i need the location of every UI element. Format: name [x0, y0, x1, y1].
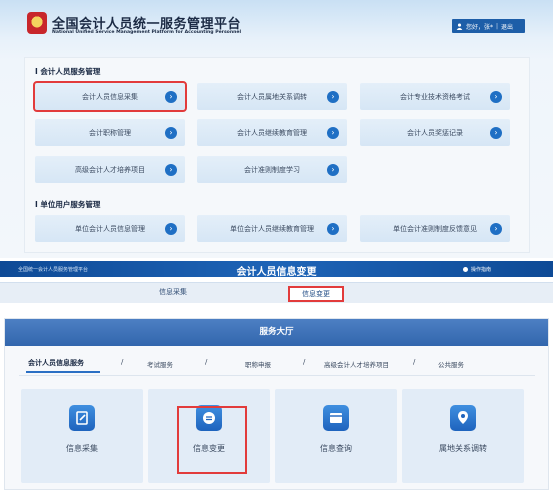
site-subtitle: National Unified Service Management Plat…	[52, 30, 242, 35]
card-icon	[323, 405, 349, 431]
service-label: 会计专业技术资格考试	[400, 92, 470, 101]
service-label: 会计职称管理	[89, 128, 131, 137]
service-label: 会计人员信息采集	[82, 92, 138, 101]
service-label: 会计准则制度学习	[244, 165, 300, 174]
service-standards-learning-button[interactable]: 会计准则制度学习 ›	[197, 156, 347, 183]
tile-info-query[interactable]: 信息查询	[275, 389, 397, 483]
arrow-right-icon: ›	[165, 127, 177, 139]
tile-territorial-transfer[interactable]: 属地关系调转	[402, 389, 524, 483]
service-label: 会计人员属地关系调转	[237, 92, 307, 101]
tab-info-collection[interactable]: 信息采集	[159, 287, 187, 297]
highlight-box	[177, 406, 247, 474]
service-label: 会计人员继续教育管理	[237, 128, 307, 137]
tile-label: 信息查询	[320, 444, 352, 453]
arrow-right-icon: ›	[165, 223, 177, 235]
arrow-right-icon: ›	[165, 164, 177, 176]
service-hall: 服务大厅 会计人员信息服务 / 考试服务 / 职称申报 / 高级会计人才培养项目…	[4, 318, 549, 490]
service-title-management-button[interactable]: 会计职称管理 ›	[35, 119, 185, 146]
service-unit-feedback-button[interactable]: 单位会计准则制度反馈意见 ›	[360, 215, 510, 242]
separator: |	[496, 22, 499, 30]
separator: /	[205, 358, 208, 366]
service-label: 会计人员奖惩记录	[407, 128, 463, 137]
service-label: 单位会计人员继续教育管理	[230, 224, 314, 233]
arrow-right-icon: ›	[327, 127, 339, 139]
arrow-right-icon: ›	[490, 223, 502, 235]
arrow-right-icon: ›	[490, 91, 502, 103]
service-unit-info-button[interactable]: 单位会计人员信息管理 ›	[35, 215, 185, 242]
service-label: 单位会计人员信息管理	[75, 224, 145, 233]
platform-home-panel: 全国会计人员统一服务管理平台 National Unified Service …	[0, 0, 553, 258]
service-unit-education-button[interactable]: 单位会计人员继续教育管理 ›	[197, 215, 347, 242]
tab-info-change[interactable]: 信息变更	[288, 286, 344, 302]
separator: /	[121, 358, 124, 366]
hall-tab-public[interactable]: 公共服务	[438, 359, 464, 369]
service-hall-title: 服务大厅	[5, 319, 548, 346]
separator: /	[413, 358, 416, 366]
user-greeting[interactable]: 您好，张*	[466, 22, 493, 31]
service-continuing-education-button[interactable]: 会计人员继续教育管理 ›	[197, 119, 347, 146]
operation-guide-link[interactable]: 操作指南	[462, 266, 491, 273]
arrow-right-icon: ›	[165, 91, 177, 103]
tile-label: 属地关系调转	[439, 444, 487, 453]
user-icon	[456, 23, 463, 30]
divider	[19, 375, 535, 376]
logout-link[interactable]: 退出	[501, 22, 513, 31]
separator: /	[303, 358, 306, 366]
tile-info-collection[interactable]: 信息采集	[21, 389, 143, 483]
service-senior-talent-button[interactable]: 高级会计人才培养项目 ›	[35, 156, 185, 183]
service-label: 高级会计人才培养项目	[75, 165, 145, 174]
edit-icon	[69, 405, 95, 431]
arrow-right-icon: ›	[327, 164, 339, 176]
tile-label: 信息采集	[66, 444, 98, 453]
service-territorial-transfer-button[interactable]: 会计人员属地关系调转 ›	[197, 83, 347, 110]
national-emblem-icon	[27, 12, 47, 34]
info-icon	[462, 267, 468, 272]
service-info-collection-button[interactable]: 会计人员信息采集 ›	[33, 81, 187, 112]
arrow-right-icon: ›	[327, 91, 339, 103]
hall-tab-exam[interactable]: 考试服务	[147, 359, 173, 369]
services-card: I 会计人员服务管理 会计人员信息采集 › 会计人员属地关系调转 › 会计专业技…	[24, 57, 530, 253]
hall-tab-strip: 会计人员信息服务 / 考试服务 / 职称申报 / 高级会计人才培养项目 / 公共…	[19, 352, 535, 376]
arrow-right-icon: ›	[490, 127, 502, 139]
section-heading-personal: I 会计人员服务管理	[35, 67, 101, 76]
location-icon	[450, 405, 476, 431]
active-tab-underline	[26, 371, 100, 373]
service-rewards-records-button[interactable]: 会计人员奖惩记录 ›	[360, 119, 510, 146]
user-box: 您好，张* | 退出	[452, 19, 525, 33]
title-bar: 全国统一会计人员服务管理平台 会计人员信息变更 操作指南	[0, 261, 553, 278]
hall-tab-title-apply[interactable]: 职称申报	[245, 359, 271, 369]
tab-bar: 信息采集 信息变更	[0, 282, 553, 303]
service-qualification-exam-button[interactable]: 会计专业技术资格考试 ›	[360, 83, 510, 110]
hall-tab-personal-info[interactable]: 会计人员信息服务	[28, 358, 84, 368]
hall-tab-senior-talent[interactable]: 高级会计人才培养项目	[324, 359, 389, 369]
info-change-header: 全国统一会计人员服务管理平台 会计人员信息变更 操作指南 信息采集 信息变更	[0, 261, 553, 305]
operation-guide-label: 操作指南	[470, 267, 491, 273]
section-heading-unit: I 单位用户服务管理	[35, 200, 101, 209]
service-label: 单位会计准则制度反馈意见	[393, 224, 477, 233]
arrow-right-icon: ›	[327, 223, 339, 235]
